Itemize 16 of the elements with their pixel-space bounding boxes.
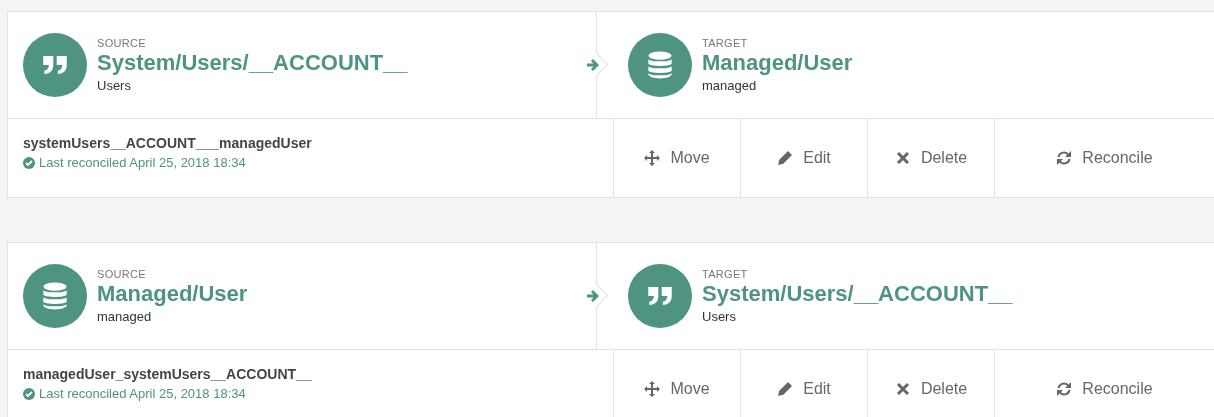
- status-text: Last reconciled April 25, 2018 18:34: [39, 386, 246, 401]
- endpoint-subtitle: managed: [97, 309, 153, 324]
- mapping-name: managedUser_systemUsers__ACCOUNT__: [23, 366, 313, 382]
- endpoint-subtitle: managed: [702, 78, 758, 93]
- endpoint-label: TARGET: [702, 268, 749, 280]
- endpoint-label: TARGET: [702, 37, 749, 49]
- endpoint-subtitle: Users: [97, 78, 132, 93]
- endpoint-title: Managed/User: [702, 50, 853, 76]
- endpoint-subtitle: Users: [702, 309, 737, 324]
- endpoint-title: System/Users/__ACCOUNT__: [702, 281, 1013, 307]
- mapping-name: systemUsers__ACCOUNT___managedUser: [23, 135, 313, 151]
- endpoint-label: SOURCE: [97, 37, 147, 49]
- status-text: Last reconciled April 25, 2018 18:34: [39, 155, 246, 170]
- endpoint-title: System/Users/__ACCOUNT__: [97, 50, 408, 76]
- endpoint-title: Managed/User: [97, 281, 248, 307]
- endpoint-label: SOURCE: [97, 268, 147, 280]
